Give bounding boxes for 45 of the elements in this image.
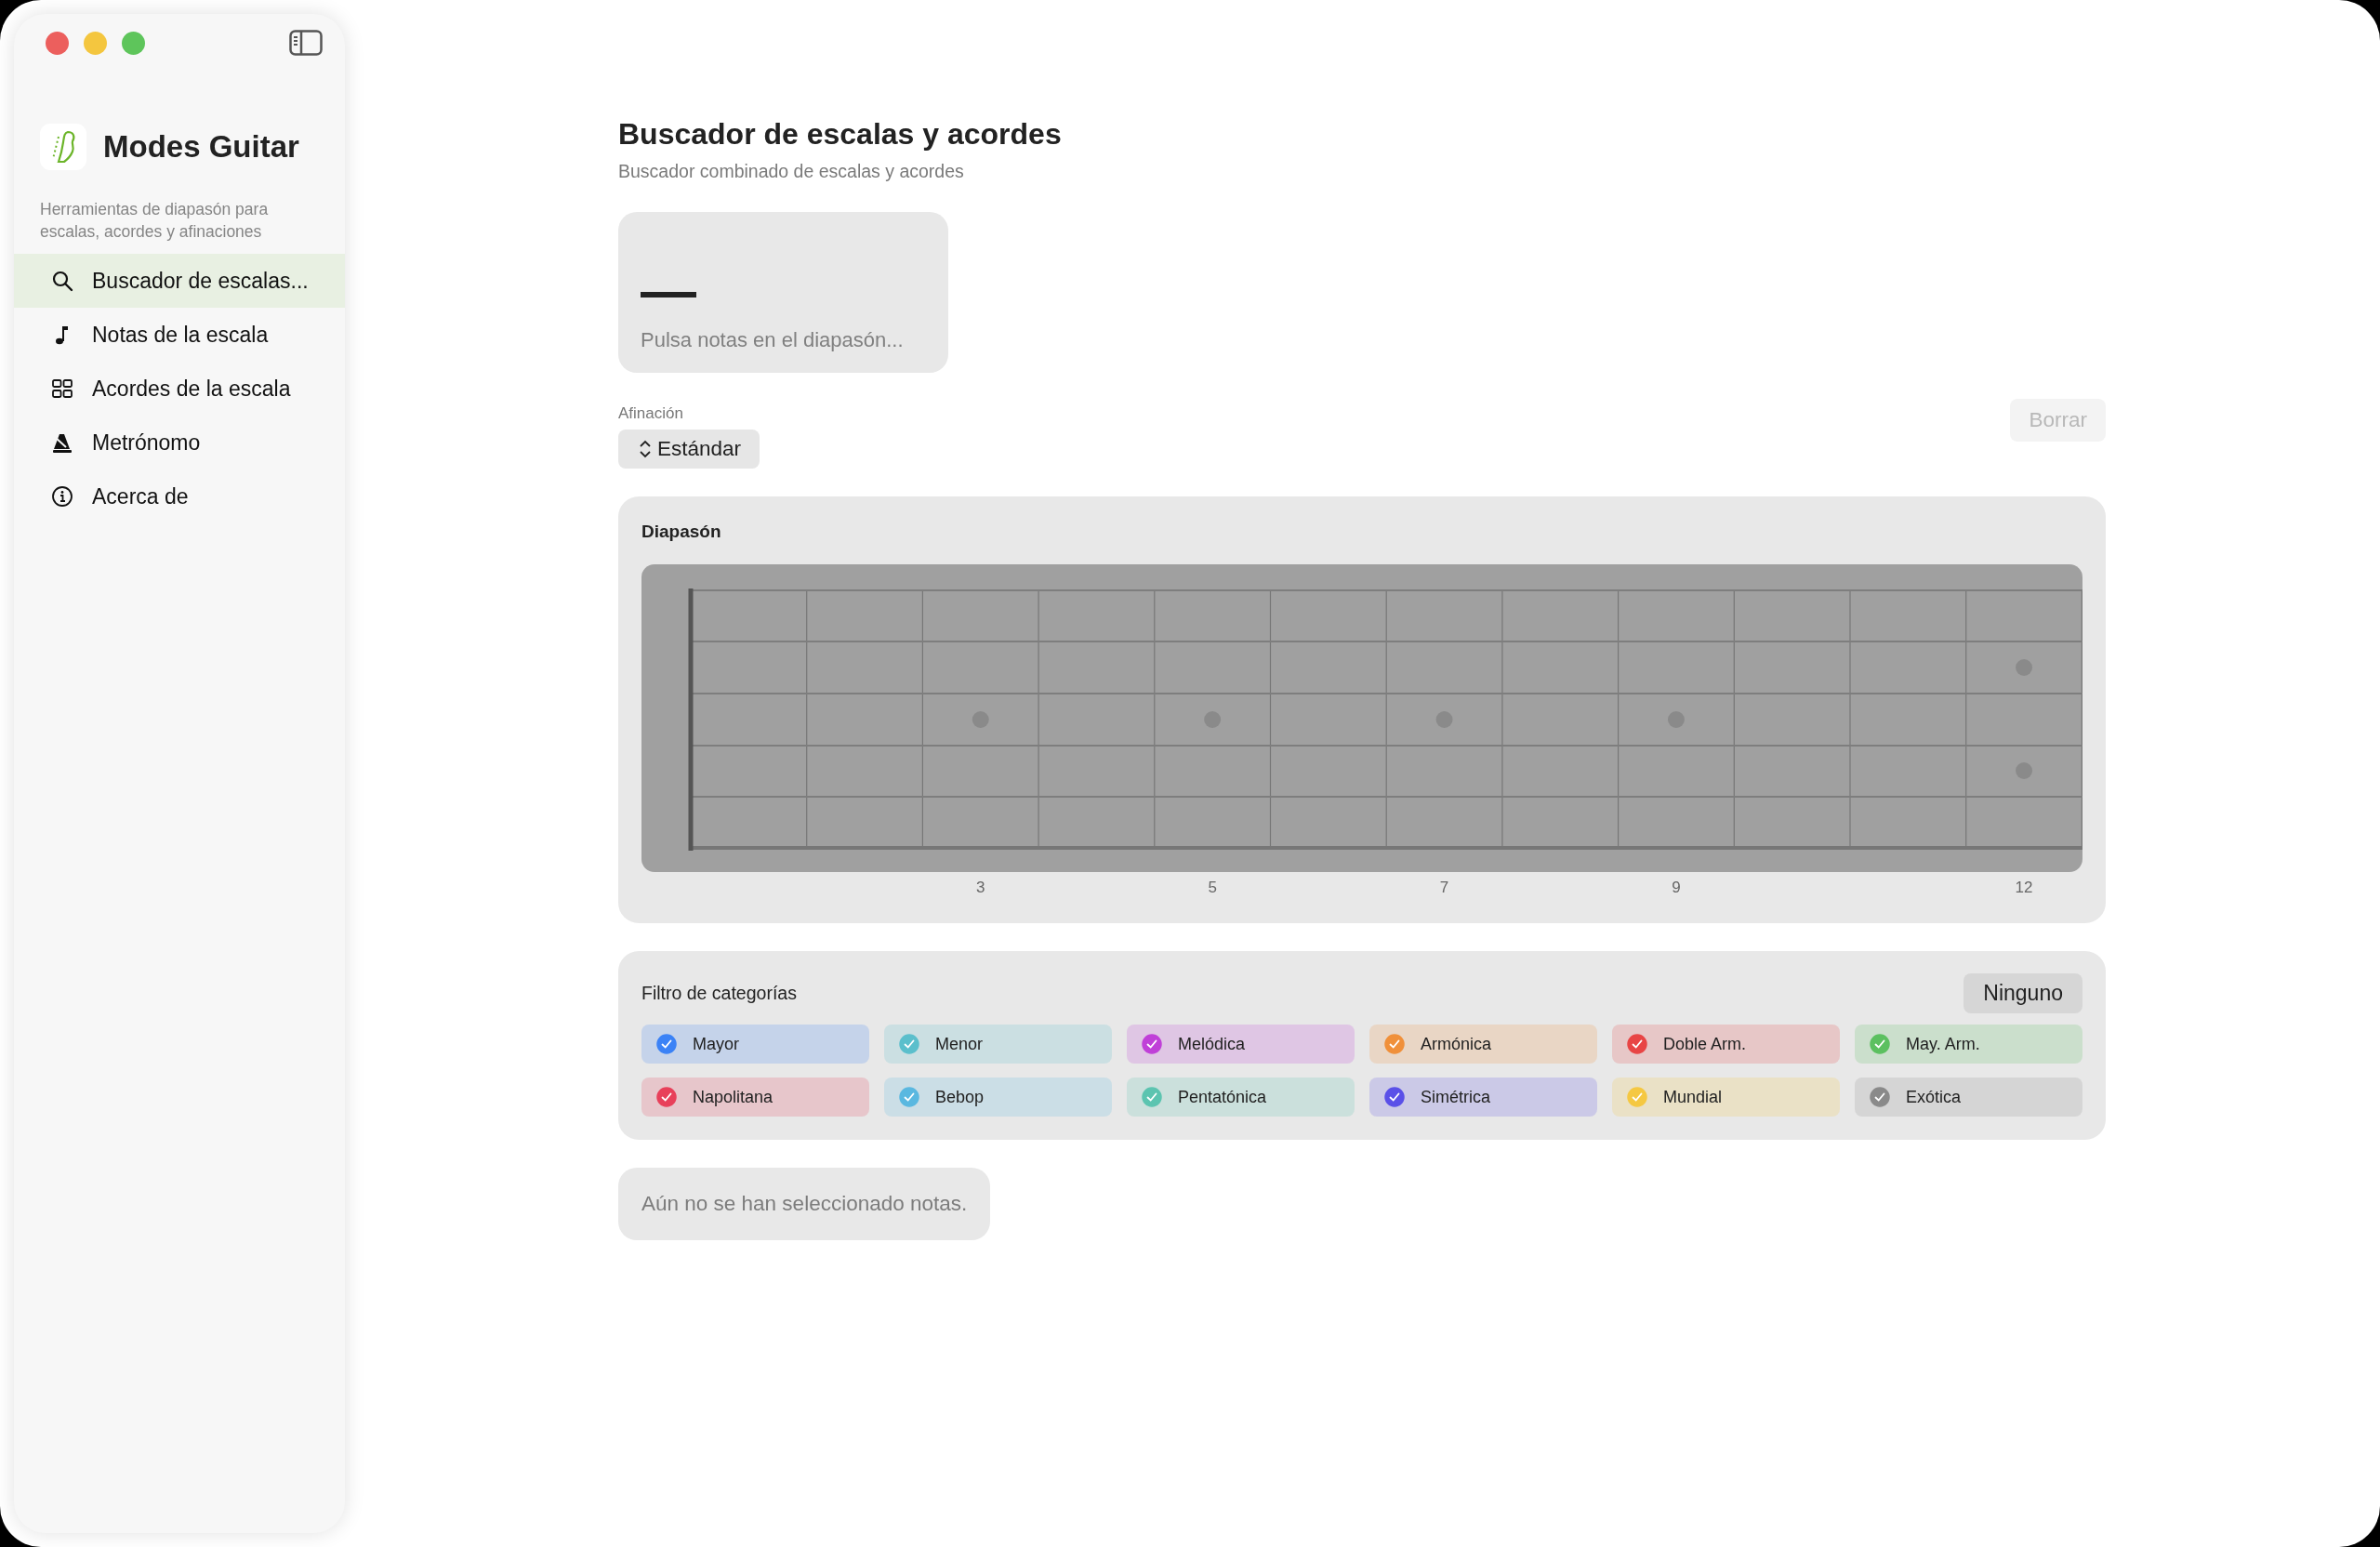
sidebar-item[interactable]: Metrónomo: [14, 416, 345, 469]
sidebar-item[interactable]: Acerca de: [14, 469, 345, 523]
sidebar-item[interactable]: Acordes de la escala: [14, 362, 345, 416]
panel-title: Filtro de categorías: [641, 983, 797, 1004]
app-description: Herramientas de diapasón para escalas, acordes y afinaciones: [40, 199, 270, 243]
category-toggle[interactable]: Exótica: [1855, 1078, 2082, 1117]
category-toggle[interactable]: Simétrica: [1369, 1078, 1597, 1117]
fret-number: 12: [2015, 879, 2033, 897]
page-subtitle: Buscador combinado de escalas y acordes: [618, 161, 964, 182]
category-toggle[interactable]: Menor: [884, 1025, 1112, 1064]
category-toggle[interactable]: Melódica: [1127, 1025, 1355, 1064]
none-button[interactable]: Ninguno: [1964, 973, 2082, 1013]
category-toggle[interactable]: Napolitana: [641, 1078, 869, 1117]
fret-number: 7: [1439, 879, 1449, 897]
category-toggle[interactable]: May. Arm.: [1855, 1025, 2082, 1064]
fretboard-drawing[interactable]: [641, 564, 2082, 872]
grid-icon: [51, 377, 73, 400]
chevron-up-down-icon: [639, 439, 652, 459]
sidebar-item[interactable]: Buscador de escalas...: [14, 254, 345, 308]
category-toggle[interactable]: Bebop: [884, 1078, 1112, 1117]
category-toggle[interactable]: Mayor: [641, 1025, 869, 1064]
tuning-dropdown[interactable]: Estándar: [618, 430, 760, 469]
fret-number: 5: [1208, 879, 1217, 897]
tuning-label: Afinación: [618, 404, 684, 423]
fret-number: 9: [1672, 879, 1681, 897]
category-toggle[interactable]: Pentatónica: [1127, 1078, 1355, 1117]
empty-message: Aún no se han seleccionado notas.: [618, 1168, 991, 1240]
category-toggle[interactable]: Armónica: [1369, 1025, 1597, 1064]
close-button[interactable]: [46, 31, 69, 55]
zoom-button[interactable]: [122, 31, 145, 55]
panel-title: Diapasón: [641, 522, 722, 542]
page-title: Buscador de escalas y acordes: [618, 117, 1062, 152]
category-toggle[interactable]: Doble Arm.: [1612, 1025, 1840, 1064]
sidebar-toggle-icon[interactable]: [289, 30, 323, 56]
info-icon: [51, 485, 73, 508]
notes-prompt: Pulsa notas en el diapasón...: [641, 328, 905, 352]
fret-number: 3: [976, 879, 985, 897]
category-toggle[interactable]: Mundial: [1612, 1078, 1840, 1117]
minimize-button[interactable]: [84, 31, 107, 55]
app-logo-icon: [40, 124, 86, 170]
sidebar-item[interactable]: Notas de la escala: [14, 308, 345, 362]
metronome-icon: [51, 431, 73, 454]
app-name: Modes Guitar: [103, 129, 299, 165]
notes-display: —: [641, 263, 697, 319]
search-icon: [51, 270, 73, 292]
